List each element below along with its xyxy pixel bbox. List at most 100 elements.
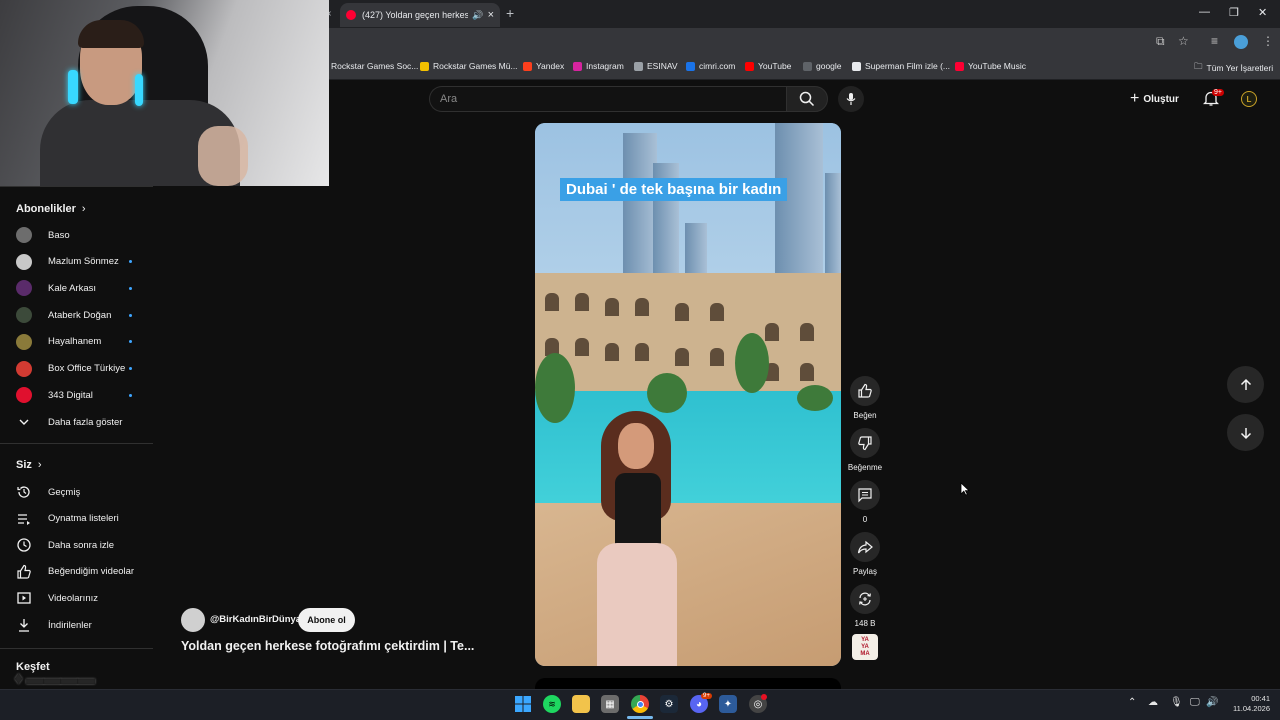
bookmark-favicon-icon bbox=[523, 61, 532, 71]
create-button[interactable]: + Oluştur bbox=[1130, 90, 1179, 108]
you-item-download[interactable]: İndirilenler bbox=[0, 612, 153, 638]
chrome-icon[interactable] bbox=[631, 695, 649, 713]
remix-button[interactable]: 148 B bbox=[849, 584, 881, 628]
bookmark-star-icon[interactable]: ☆ bbox=[1178, 34, 1189, 48]
voice-search-button[interactable] bbox=[838, 86, 864, 112]
bookmark-label: Instagram bbox=[586, 61, 624, 71]
game-launcher-icon[interactable]: ✦ bbox=[719, 695, 737, 713]
dislike-button[interactable]: Beğenme bbox=[848, 428, 882, 472]
you-title: Siz bbox=[16, 459, 32, 471]
channel-name[interactable]: @BirKadınBirDünya bbox=[210, 614, 301, 625]
mouse-cursor-icon bbox=[960, 482, 971, 501]
subscription-item[interactable]: Ataberk Doğan bbox=[0, 302, 153, 328]
tray-mic-icon[interactable]: 🎙 bbox=[1170, 697, 1183, 708]
media-controls-icon[interactable]: ≡ bbox=[1211, 34, 1218, 48]
search-input[interactable]: Ara bbox=[429, 86, 786, 112]
bookmark-item[interactable]: Superman Film izle (... bbox=[852, 61, 950, 71]
new-tab-button[interactable]: + bbox=[506, 5, 514, 21]
search-placeholder: Ara bbox=[440, 93, 458, 105]
tray-steam-icon[interactable]: ☁ bbox=[1148, 697, 1158, 708]
subscription-item[interactable]: Kale Arkası bbox=[0, 275, 153, 301]
subscription-item[interactable]: Hayalhanem bbox=[0, 329, 153, 355]
restore-icon[interactable]: ❐ bbox=[1229, 6, 1239, 19]
spotify-icon[interactable]: ≋ bbox=[543, 695, 561, 713]
bookmark-label: Rockstar Games Soc... bbox=[331, 61, 419, 71]
share-button[interactable]: Paylaş bbox=[849, 532, 881, 576]
subscription-item[interactable]: Mazlum Sönmez bbox=[0, 249, 153, 275]
speaker-icon[interactable]: 🔊 bbox=[472, 10, 483, 21]
like-button[interactable]: Beğen bbox=[849, 376, 881, 420]
you-item-playlist[interactable]: Oynatma listeleri bbox=[0, 506, 153, 532]
channel-avatar bbox=[16, 333, 32, 350]
previous-short-button[interactable] bbox=[1227, 366, 1264, 403]
cast-icon[interactable]: ⧉ bbox=[1156, 34, 1165, 49]
steam-icon[interactable]: ⚙ bbox=[660, 695, 678, 713]
sound-thumb-text: MA bbox=[860, 650, 870, 657]
subscription-item[interactable]: Baso bbox=[0, 222, 153, 248]
youtube-favicon-icon bbox=[346, 10, 356, 20]
you-item-video[interactable]: Videolarınız bbox=[0, 585, 153, 611]
close-icon[interactable]: ✕ bbox=[1258, 6, 1267, 19]
bookmark-favicon-icon bbox=[686, 61, 695, 71]
you-heading[interactable]: Siz › bbox=[16, 459, 42, 471]
search-icon bbox=[799, 91, 815, 107]
you-item-thumb-up[interactable]: Beğendiğim videolar bbox=[0, 559, 153, 585]
show-more-button[interactable]: Daha fazla göster bbox=[0, 409, 153, 435]
subscription-item[interactable]: Box Office Türkiye bbox=[0, 356, 153, 382]
subscription-item[interactable]: 343 Digital bbox=[0, 382, 153, 408]
video-window bbox=[605, 298, 619, 316]
channel-avatar[interactable] bbox=[181, 608, 205, 632]
short-title[interactable]: Yoldan geçen herkese fotoğrafımı çektird… bbox=[181, 639, 474, 653]
account-avatar[interactable]: L bbox=[1241, 91, 1257, 107]
all-bookmarks-link[interactable]: 🗀 Tüm Yer İşaretleri bbox=[1194, 61, 1273, 75]
chevron-down-icon bbox=[16, 414, 32, 430]
windows-start-icon[interactable] bbox=[514, 695, 532, 713]
video-window bbox=[800, 323, 814, 341]
bookmark-item[interactable]: YouTube Music bbox=[955, 61, 1026, 71]
video-window bbox=[765, 323, 779, 341]
new-content-dot bbox=[129, 340, 132, 344]
next-short-button[interactable] bbox=[1227, 414, 1264, 451]
sound-thumbnail[interactable]: YA YA MA bbox=[852, 634, 878, 660]
bookmark-item[interactable]: cimri.com bbox=[686, 61, 735, 71]
subscription-name: Kale Arkası bbox=[48, 282, 97, 294]
microsoft-store-icon[interactable]: ▦ bbox=[601, 695, 619, 713]
network-icon[interactable]: 🖵 bbox=[1190, 697, 1200, 708]
subscriptions-heading[interactable]: Abonelikler › bbox=[16, 203, 86, 215]
bookmark-item[interactable]: Yandex bbox=[523, 61, 564, 71]
new-content-dot bbox=[129, 367, 132, 370]
file-explorer-icon[interactable] bbox=[572, 695, 590, 713]
channel-avatar bbox=[16, 253, 32, 270]
arrow-up-icon bbox=[1240, 378, 1251, 390]
you-item-history[interactable]: Geçmiş bbox=[0, 479, 153, 505]
bookmark-item[interactable]: google bbox=[803, 61, 842, 71]
bookmark-favicon-icon bbox=[955, 61, 964, 71]
video-tree bbox=[535, 353, 575, 423]
bookmark-item[interactable]: Instagram bbox=[573, 61, 624, 71]
browser-tab[interactable]: (427) Yoldan geçen herkese 🔊 × bbox=[340, 3, 500, 27]
person-hand bbox=[198, 126, 248, 186]
bookmark-favicon-icon bbox=[803, 61, 812, 71]
volume-icon[interactable]: 🔊 bbox=[1206, 697, 1218, 708]
channel-avatar bbox=[16, 307, 32, 324]
short-video-player[interactable]: Dubai ' de tek başına bir kadın bbox=[535, 123, 841, 666]
subscribe-button[interactable]: Abone ol bbox=[298, 608, 355, 632]
more-menu-icon[interactable]: ⋮ bbox=[1262, 34, 1274, 48]
headphone-light bbox=[68, 70, 78, 104]
you-item-label: Oynatma listeleri bbox=[48, 513, 119, 525]
profile-avatar-icon[interactable] bbox=[1234, 35, 1248, 49]
minimize-icon[interactable]: — bbox=[1199, 6, 1210, 18]
you-item-label: Geçmiş bbox=[48, 486, 81, 498]
taskbar-clock[interactable]: 00:41 11.04.2026 bbox=[1228, 694, 1270, 714]
bookmark-item[interactable]: Rockstar Games Soc... bbox=[318, 61, 418, 71]
webcam-overlay bbox=[0, 0, 329, 186]
you-item-clock[interactable]: Daha sonra izle bbox=[0, 532, 153, 558]
tab-close-icon[interactable]: × bbox=[488, 9, 494, 21]
bookmark-item[interactable]: Rockstar Games Mü... bbox=[420, 61, 518, 71]
tray-overflow-icon[interactable]: ⌃ bbox=[1128, 697, 1136, 708]
comments-button[interactable]: 0 bbox=[849, 480, 881, 524]
search-button[interactable] bbox=[786, 86, 828, 112]
subscription-name: Box Office Türkiye bbox=[48, 363, 126, 374]
bookmark-item[interactable]: ESINAV bbox=[634, 61, 678, 71]
bookmark-item[interactable]: YouTube bbox=[745, 61, 791, 71]
